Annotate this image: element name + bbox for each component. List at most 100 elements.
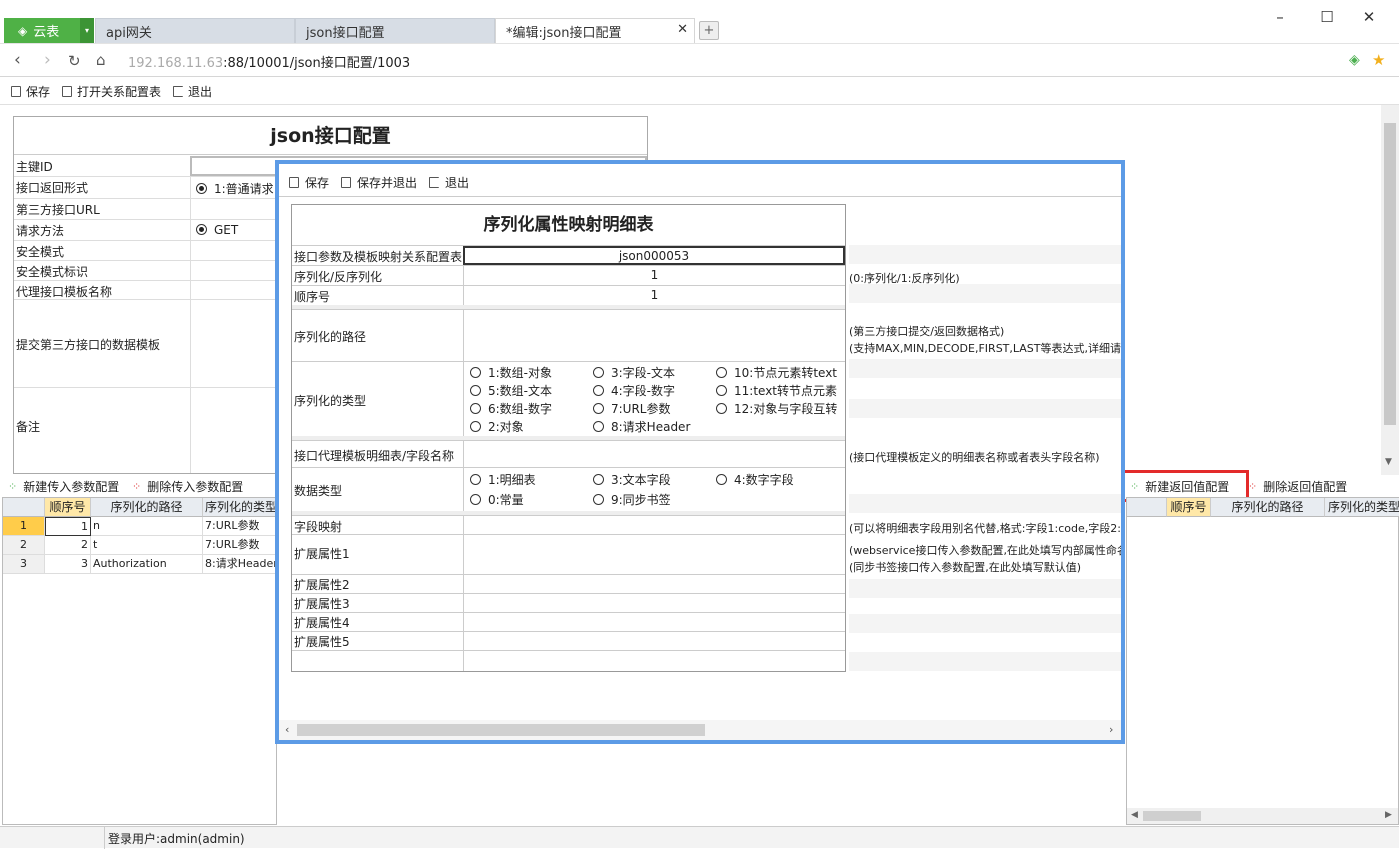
row-index[interactable]: 3	[3, 555, 45, 574]
horizontal-scrollbar[interactable]: ◀ ▶	[1127, 808, 1398, 824]
ext5-input[interactable]	[463, 632, 845, 650]
type-option[interactable]: 3:字段-文本	[593, 364, 675, 381]
table-cell-path[interactable]: n	[91, 517, 203, 536]
scrollbar-thumb[interactable]	[1143, 811, 1201, 821]
radio-icon[interactable]	[470, 367, 481, 378]
relation-table-input[interactable]: json000053	[463, 246, 845, 265]
radio-icon[interactable]	[716, 367, 727, 378]
radio-icon[interactable]	[593, 403, 604, 414]
table-cell-type[interactable]: 8:请求Header	[203, 555, 278, 574]
type-option[interactable]: 1:数组-对象	[470, 364, 552, 381]
table-cell-seq[interactable]: 2	[45, 536, 91, 555]
ext2-input[interactable]	[463, 575, 845, 593]
path-input[interactable]	[463, 310, 845, 361]
url-field[interactable]: 192.168.11.63:88/10001/json接口配置/1003	[128, 52, 410, 71]
radio-icon[interactable]	[716, 403, 727, 414]
tab-api-gateway[interactable]: api网关	[95, 18, 295, 43]
new-tab-icon[interactable]: +	[699, 21, 719, 40]
refresh-icon[interactable]: ↻	[68, 52, 81, 70]
radio-icon[interactable]	[593, 494, 604, 505]
col-header-path[interactable]: 序列化的路径	[91, 498, 203, 517]
radio-icon[interactable]	[470, 474, 481, 485]
tab-edit-json-config[interactable]: *编辑:json接口配置 ✕	[495, 18, 695, 43]
radio-icon[interactable]	[470, 385, 481, 396]
scrollbar-thumb[interactable]	[1384, 123, 1396, 425]
tab-json-config[interactable]: json接口配置	[295, 18, 495, 43]
table-cell-type[interactable]: 7:URL参数	[203, 517, 278, 536]
radio-icon[interactable]	[716, 385, 727, 396]
field-map-input[interactable]	[463, 516, 845, 534]
seq-input[interactable]: 1	[463, 286, 845, 305]
serialize-input[interactable]: 1	[463, 266, 845, 285]
dialog-exit-button[interactable]: 退出	[429, 174, 469, 191]
row-index[interactable]: 2	[3, 536, 45, 555]
scroll-left-icon[interactable]: ‹	[285, 723, 289, 736]
window-close-icon[interactable]: ✕	[1354, 6, 1384, 28]
data-type-option[interactable]: 1:明细表	[470, 471, 536, 488]
scroll-left-icon[interactable]: ◀	[1131, 810, 1138, 820]
ext4-input[interactable]	[463, 613, 845, 631]
data-type-option[interactable]: 4:数字字段	[716, 471, 794, 488]
radio-checked-icon[interactable]	[196, 183, 207, 194]
maximize-icon[interactable]: ☐	[1312, 6, 1342, 28]
minimize-icon[interactable]: –	[1265, 6, 1295, 28]
main-scrollbar[interactable]: ▼	[1381, 105, 1399, 475]
scrollbar-thumb[interactable]	[297, 724, 705, 736]
row-index[interactable]: 1	[3, 517, 45, 536]
save-button[interactable]: 保存	[11, 83, 50, 100]
col-header-seq[interactable]: 顺序号	[45, 498, 91, 517]
scroll-right-icon[interactable]: ▶	[1385, 810, 1392, 820]
col-header-type[interactable]: 序列化的类型	[1325, 498, 1399, 517]
type-option[interactable]: 4:字段-数字	[593, 382, 675, 399]
data-type-option[interactable]: 0:常量	[470, 491, 524, 508]
type-option[interactable]: 7:URL参数	[593, 400, 671, 417]
col-header-seq[interactable]: 顺序号	[1167, 498, 1211, 517]
table-cell-seq[interactable]: 1	[45, 517, 91, 536]
table-cell-type[interactable]: 7:URL参数	[203, 536, 278, 555]
radio-checked-icon[interactable]	[196, 224, 207, 235]
radio-icon[interactable]	[593, 421, 604, 432]
dialog-save-button[interactable]: 保存	[289, 174, 329, 191]
radio-icon[interactable]	[470, 494, 481, 505]
exit-button[interactable]: 退出	[173, 83, 212, 100]
radio-icon[interactable]	[593, 474, 604, 485]
forward-icon[interactable]: ›	[44, 50, 51, 70]
type-option[interactable]: 5:数组-文本	[470, 382, 552, 399]
open-relation-button[interactable]: 打开关系配置表	[62, 83, 161, 100]
type-option[interactable]: 6:数组-数字	[470, 400, 552, 417]
home-icon[interactable]: ⌂	[96, 51, 106, 69]
table-cell-seq[interactable]: 3	[45, 555, 91, 574]
extension-icon[interactable]: ◈	[1349, 52, 1360, 68]
type-option[interactable]: 2:对象	[470, 418, 524, 435]
close-icon[interactable]: ✕	[677, 22, 688, 37]
radio-icon[interactable]	[593, 385, 604, 396]
star-icon[interactable]: ★	[1372, 51, 1385, 69]
radio-icon[interactable]	[593, 367, 604, 378]
ext3-input[interactable]	[463, 594, 845, 612]
delete-input-param-button[interactable]: ⁘ 删除传入参数配置	[132, 478, 243, 495]
col-header-path[interactable]: 序列化的路径	[1211, 498, 1325, 517]
brand-menu[interactable]: ◈ 云表 ▾	[4, 18, 94, 43]
type-option[interactable]: 10:节点元素转text	[716, 364, 837, 381]
type-option[interactable]: 11:text转节点元素	[716, 382, 837, 399]
radio-icon[interactable]	[470, 421, 481, 432]
table-cell-path[interactable]: Authorization	[91, 555, 203, 574]
type-option[interactable]: 8:请求Header	[593, 418, 690, 435]
back-icon[interactable]: ‹	[14, 50, 21, 70]
dialog-save-exit-button[interactable]: 保存并退出	[341, 174, 417, 191]
table-cell-path[interactable]: t	[91, 536, 203, 555]
radio-icon[interactable]	[716, 474, 727, 485]
data-type-option[interactable]: 9:同步书签	[593, 491, 671, 508]
data-type-option[interactable]: 3:文本字段	[593, 471, 671, 488]
type-option[interactable]: 12:对象与字段互转	[716, 400, 837, 417]
dialog-horizontal-scrollbar[interactable]: ‹ ›	[279, 720, 1121, 740]
col-header-type[interactable]: 序列化的类型	[203, 498, 278, 517]
proxy-field-input[interactable]	[463, 441, 845, 467]
radio-icon[interactable]	[470, 403, 481, 414]
ext1-input[interactable]	[463, 535, 845, 574]
scroll-right-icon[interactable]: ›	[1109, 723, 1113, 736]
new-input-param-button[interactable]: ⁘ 新建传入参数配置	[8, 478, 119, 495]
scroll-down-icon[interactable]: ▼	[1385, 457, 1392, 467]
chevron-down-icon[interactable]: ▾	[80, 18, 94, 43]
delete-return-value-button[interactable]: ⁘ 删除返回值配置	[1248, 478, 1347, 495]
